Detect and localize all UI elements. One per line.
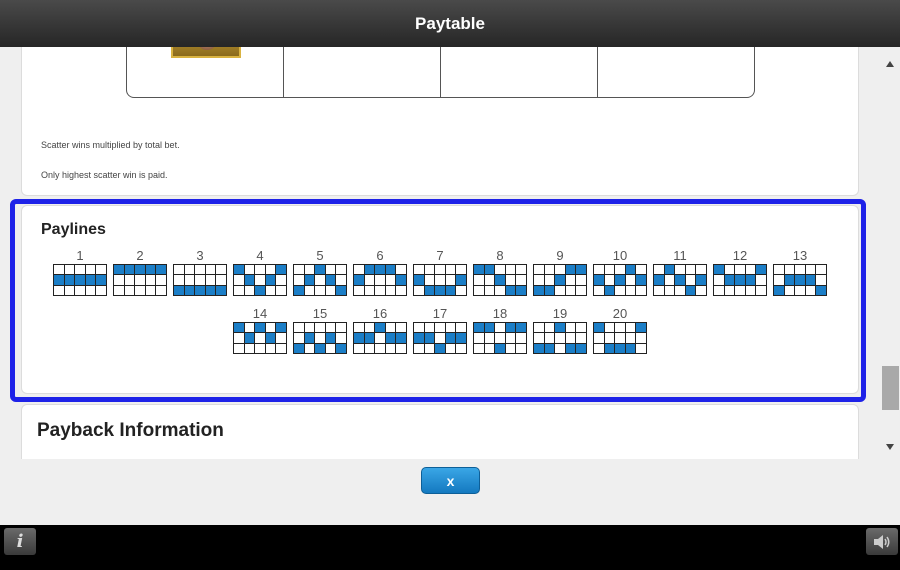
close-button-label: x bbox=[446, 472, 455, 489]
bottom-bar bbox=[0, 525, 900, 570]
info-icon[interactable]: i bbox=[4, 528, 36, 555]
scatter-note: Scatter wins multiplied by total bet. bbox=[41, 140, 180, 150]
scatter-section: Scatter wins multiplied by total bet. On… bbox=[21, 47, 859, 196]
scrollbar-thumb[interactable] bbox=[882, 366, 899, 410]
scatter-note: Only highest scatter win is paid. bbox=[41, 170, 168, 180]
payback-section: Payback Information bbox=[21, 404, 859, 459]
payback-title: Payback Information bbox=[37, 420, 224, 441]
titlebar: Paytable bbox=[0, 0, 900, 47]
scatter-symbol-image bbox=[171, 47, 241, 58]
speaker-icon[interactable] bbox=[866, 528, 898, 555]
arrow-up-icon[interactable] bbox=[886, 61, 894, 67]
close-button[interactable]: x bbox=[421, 467, 480, 494]
scatter-pay-cell bbox=[441, 47, 598, 97]
window-title: Paytable bbox=[415, 13, 485, 33]
speaker-glyph bbox=[874, 534, 890, 549]
scatter-pay-table bbox=[126, 47, 755, 98]
paylines-highlight-frame bbox=[10, 199, 866, 402]
scatter-pay-cell bbox=[598, 47, 754, 97]
scatter-pay-cell bbox=[284, 47, 441, 97]
info-glyph: i bbox=[16, 531, 24, 552]
arrow-down-icon[interactable] bbox=[886, 444, 894, 450]
scatter-symbol-cell bbox=[127, 47, 284, 97]
